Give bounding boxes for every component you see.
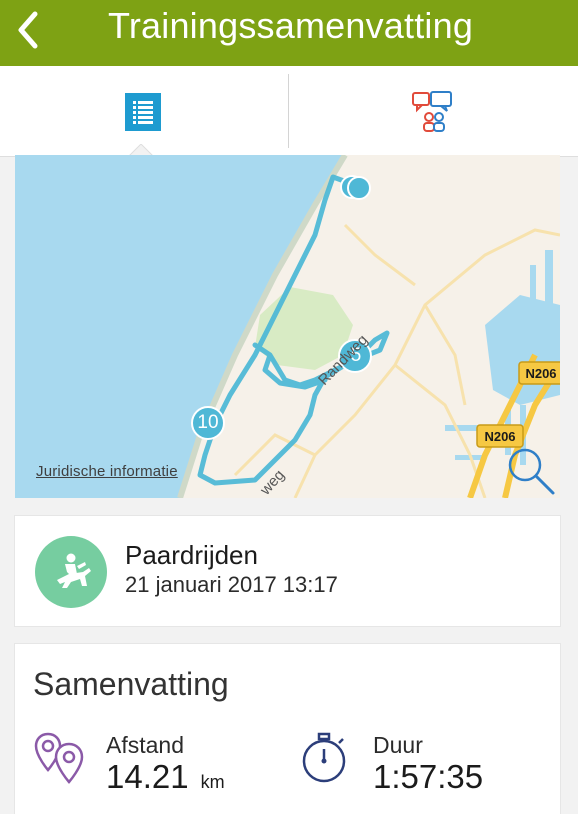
location-pins-icon: [34, 732, 84, 784]
distance-value-row: 14.21 km: [106, 758, 225, 796]
magnifier-icon: [508, 448, 555, 495]
activity-name: Paardrijden: [125, 540, 258, 570]
summary-card: Samenvatting Afstand 14.21 km Duur 1:57:3…: [15, 644, 560, 814]
tab-bar: [0, 66, 578, 157]
legal-info-link[interactable]: Juridische informatie: [36, 463, 178, 480]
distance-label: Afstand: [106, 732, 184, 758]
activity-badge: [35, 536, 107, 608]
page-title: Trainingssamenvatting: [108, 5, 474, 46]
road-shield-label-b: N206: [484, 429, 516, 444]
map-zoom-button[interactable]: [505, 445, 557, 497]
chevron-left-icon: [18, 11, 38, 49]
horse-riding-icon: [57, 553, 91, 588]
km-marker-10-label: 10: [197, 412, 219, 433]
route-map[interactable]: 5 10 N206 N206 Randweg weg Juridische in…: [15, 155, 560, 498]
summary-title: Samenvatting: [33, 666, 229, 702]
tab-summary[interactable]: [0, 66, 288, 157]
activity-card[interactable]: Paardrijden 21 januari 2017 13:17: [15, 516, 560, 626]
distance-value: 14.21: [106, 758, 189, 795]
distance-unit: km: [200, 772, 225, 792]
map-canvas: [15, 155, 560, 498]
road-shield-label-a: N206: [525, 366, 557, 381]
chat-people-icon: [412, 91, 452, 132]
duration-value: 1:57:35: [373, 758, 484, 795]
activity-date: 21 januari 2017 13:17: [125, 572, 338, 597]
stopwatch-icon: [302, 732, 346, 783]
tab-social[interactable]: [289, 66, 577, 156]
back-button[interactable]: [6, 4, 50, 56]
list-icon: [125, 93, 161, 131]
duration-label: Duur: [373, 732, 423, 758]
app-header: Trainingssamenvatting: [0, 0, 578, 66]
